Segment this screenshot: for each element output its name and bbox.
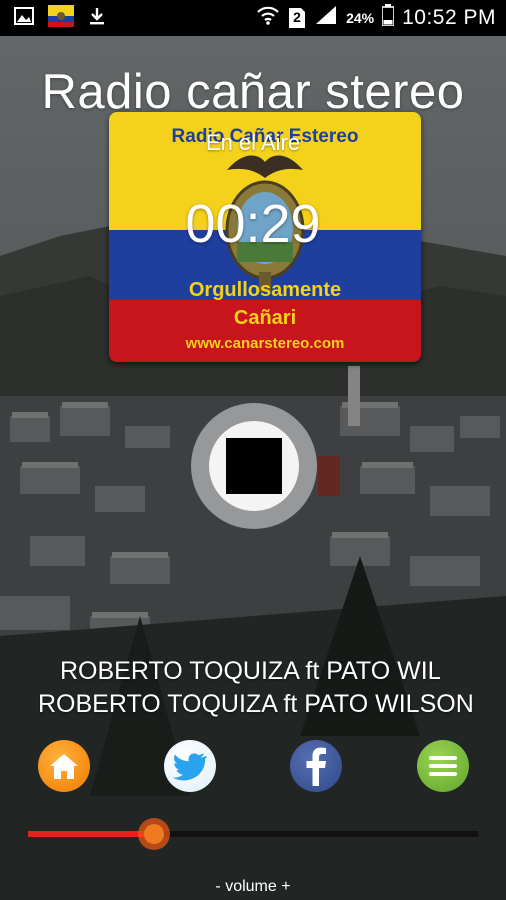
menu-button[interactable] (417, 740, 469, 792)
sim-icon: 2 (288, 7, 306, 29)
facebook-icon (306, 747, 326, 786)
twitter-button[interactable] (164, 740, 216, 792)
stop-icon (226, 438, 282, 494)
download-icon (88, 6, 106, 31)
now-playing-line-2: ROBERTO TOQUIZA ft PATO WILSON (38, 690, 474, 718)
on-air-status: En el Aire (205, 130, 301, 155)
logo-middle-text: Orgullosamente (189, 279, 341, 301)
stop-button[interactable] (191, 403, 317, 529)
gallery-icon (14, 6, 34, 31)
battery-icon (381, 4, 395, 32)
twitter-icon (172, 753, 207, 781)
volume-fill (28, 831, 154, 837)
facebook-button[interactable] (290, 740, 342, 792)
home-icon (50, 754, 78, 779)
signal-icon (314, 4, 338, 32)
stop-button-face (209, 421, 299, 511)
logo-url-text: www.canarstereo.com (185, 335, 345, 352)
battery-percent: 24% (346, 10, 375, 26)
now-playing-line-1: ROBERTO TOQUIZA ft PATO WILSON (60, 657, 440, 685)
status-bar: 2 24% 10:52 PM (0, 0, 506, 36)
menu-icon (429, 756, 457, 776)
wifi-icon (256, 4, 280, 32)
volume-slider[interactable] (28, 818, 478, 850)
logo-bottom-text: Cañari (234, 307, 296, 329)
home-button[interactable] (38, 740, 90, 792)
clock: 10:52 PM (402, 6, 496, 29)
play-timer: 00:29 (185, 194, 321, 254)
station-title: Radio cañar stereo (41, 65, 465, 119)
volume-thumb[interactable] (138, 818, 170, 850)
ecuador-flag-icon (48, 4, 74, 32)
volume-label: - volume + (215, 878, 291, 895)
